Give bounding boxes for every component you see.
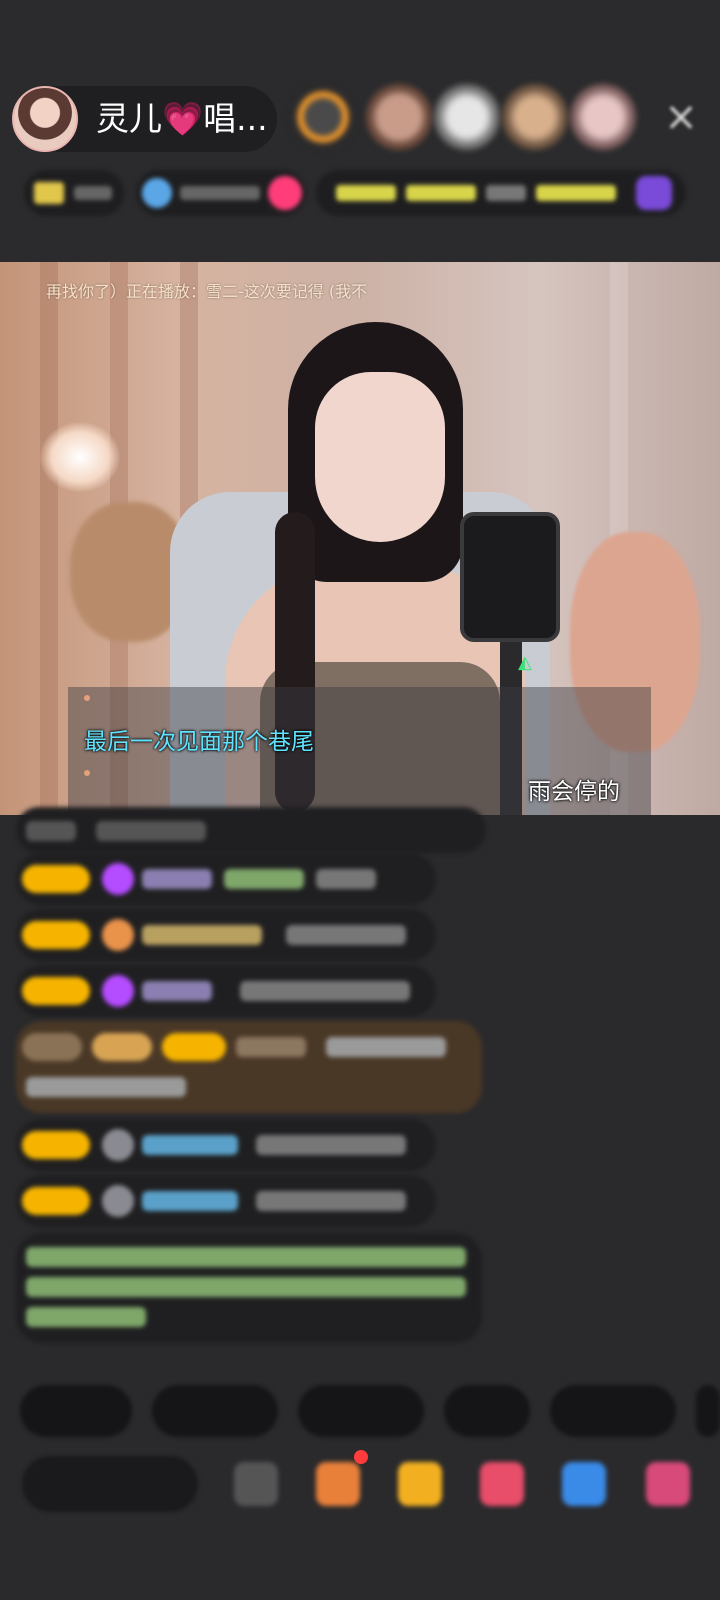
chat-input[interactable] <box>22 1456 198 1512</box>
host-name[interactable]: 灵儿💗唱... <box>96 98 268 140</box>
quick-reply-button[interactable] <box>298 1385 424 1437</box>
quick-reply-button[interactable] <box>696 1385 720 1437</box>
notification-dot <box>354 1450 368 1464</box>
chat-message[interactable] <box>16 965 436 1017</box>
chat-list[interactable] <box>0 807 720 1355</box>
chat-message[interactable] <box>16 1175 436 1227</box>
game-icon[interactable] <box>562 1462 606 1506</box>
activity-banner[interactable] <box>316 170 686 216</box>
audience-avatar-2[interactable] <box>366 84 432 150</box>
quick-reply-button[interactable] <box>550 1385 676 1437</box>
heart-icon[interactable] <box>480 1462 524 1506</box>
emoji-icon[interactable] <box>234 1462 278 1506</box>
streamer-face <box>315 372 445 542</box>
lyric-line-current: 最后一次见面那个巷尾 <box>84 729 314 755</box>
audience-avatar-4[interactable] <box>502 84 568 150</box>
chat-message[interactable] <box>16 853 436 905</box>
close-icon[interactable]: × <box>660 96 702 138</box>
lyric-dot <box>84 695 90 701</box>
chat-message[interactable] <box>16 1119 436 1171</box>
now-playing-ticker: 再找你了）正在播放：雪二-这次要记得 (我不 <box>46 282 368 301</box>
gift-icon[interactable] <box>398 1462 442 1506</box>
system-notice <box>16 1233 482 1343</box>
chat-message[interactable] <box>16 807 486 853</box>
audience-avatar-1[interactable] <box>290 84 356 150</box>
chat-message-highlighted[interactable] <box>16 1021 482 1113</box>
quick-reply-button[interactable] <box>152 1385 278 1437</box>
room-header: 灵儿💗唱... × <box>0 0 720 262</box>
chat-message[interactable] <box>16 909 436 961</box>
audience-avatar-5[interactable] <box>570 84 636 150</box>
lyric-line-next: 雨会停的 <box>528 779 620 805</box>
room-stats-pill[interactable] <box>24 170 124 216</box>
host-info-pill[interactable]: 灵儿💗唱... <box>12 86 277 152</box>
more-icon[interactable] <box>646 1462 690 1506</box>
rank-pill[interactable] <box>136 170 306 216</box>
curtain-fold <box>40 262 58 815</box>
host-avatar[interactable] <box>12 86 78 152</box>
quick-reply-button[interactable] <box>20 1385 132 1437</box>
gift-box-icon[interactable] <box>316 1462 360 1506</box>
microphone <box>460 512 560 642</box>
live-video[interactable]: ◭ 再找你了）正在播放：雪二-这次要记得 (我不 最后一次见面那个巷尾 雨会停的 <box>0 262 720 815</box>
audience-avatar-3[interactable] <box>434 84 500 150</box>
mic-logo-icon: ◭ <box>518 652 532 673</box>
lamp-light <box>40 422 120 492</box>
quick-reply-button[interactable] <box>444 1385 530 1437</box>
lyric-dot <box>84 770 90 776</box>
